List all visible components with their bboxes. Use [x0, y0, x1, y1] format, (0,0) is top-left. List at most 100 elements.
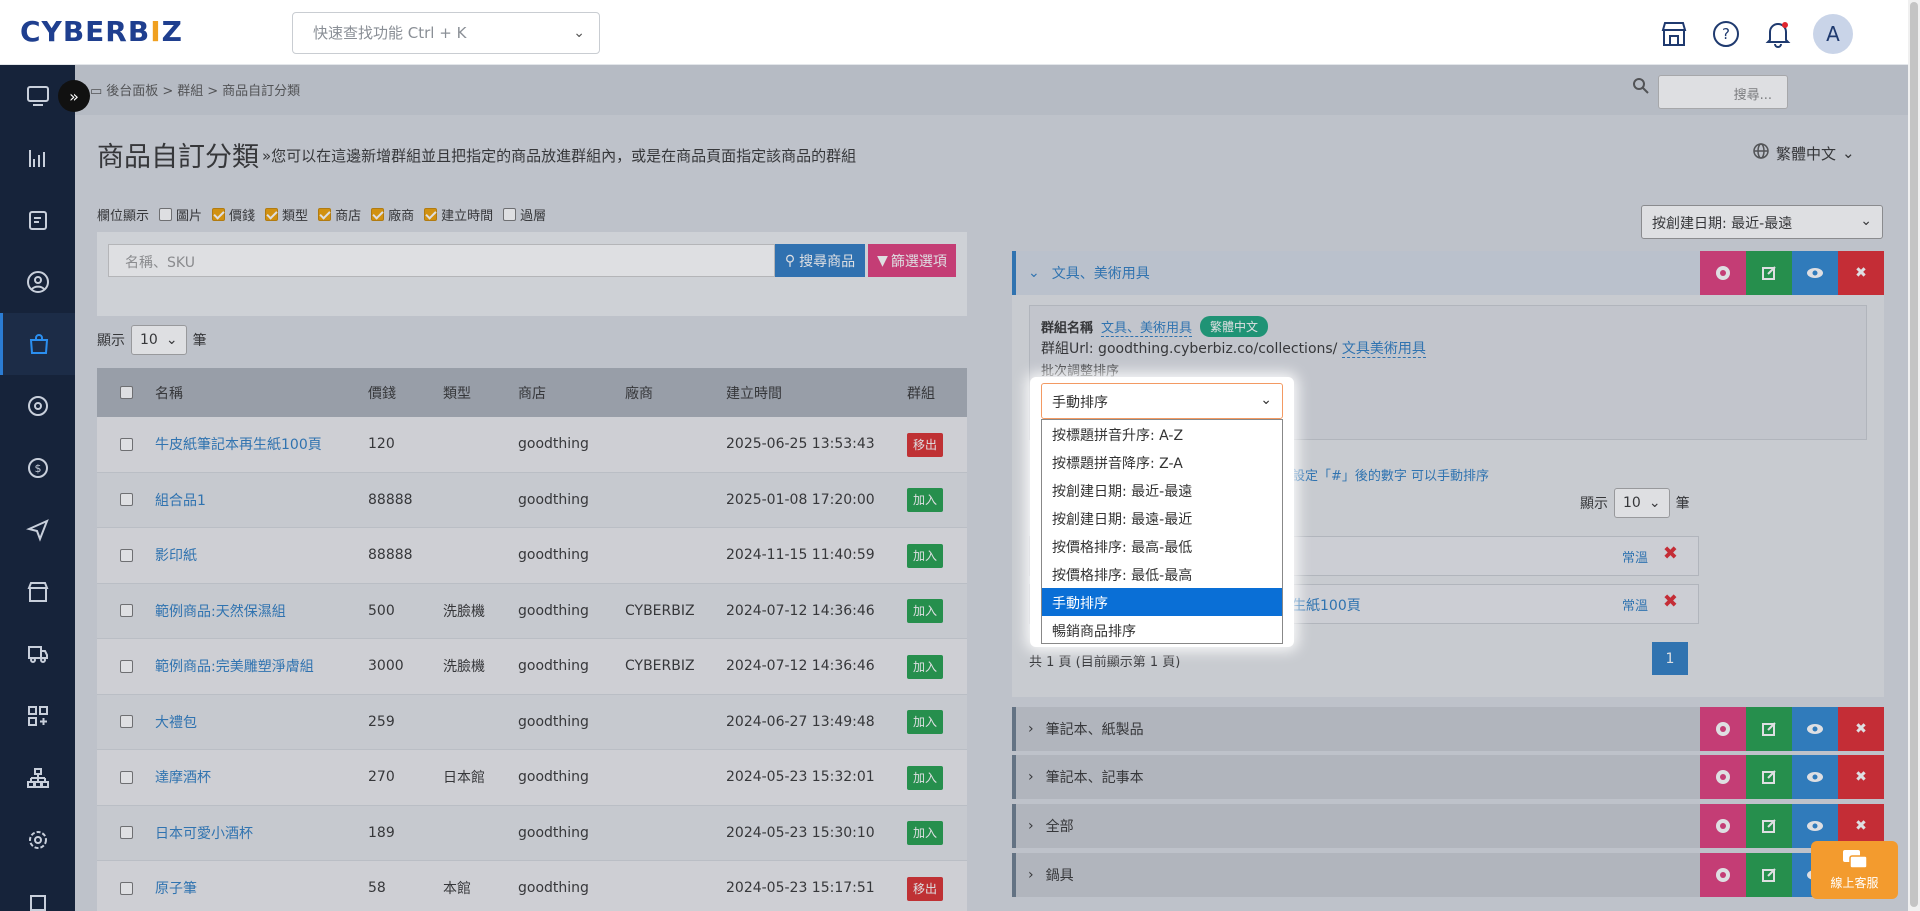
- sidebar-finance-icon[interactable]: $: [0, 437, 75, 499]
- row-checkbox[interactable]: [119, 604, 133, 618]
- checkbox-created[interactable]: [424, 208, 438, 221]
- group-delete-button[interactable]: ✖: [1838, 755, 1884, 799]
- sidebar-analytics-icon[interactable]: [0, 127, 75, 189]
- store-icon[interactable]: [1657, 17, 1691, 51]
- group-edit-button[interactable]: [1746, 251, 1792, 295]
- sidebar-orders-icon[interactable]: [0, 189, 75, 251]
- row-checkbox[interactable]: [119, 715, 133, 729]
- checkbox-type[interactable]: [265, 208, 279, 221]
- sidebar-more-icon[interactable]: [0, 871, 75, 911]
- help-icon[interactable]: ?: [1709, 17, 1743, 51]
- sort-option[interactable]: 按價格排序: 最高-最低: [1042, 532, 1282, 560]
- group-delete-button[interactable]: ✖: [1838, 251, 1884, 295]
- group-row-0[interactable]: ⌄ 文具、美術用具 ✖: [1012, 251, 1884, 295]
- group-sort-select[interactable]: 按創建日期: 最近-最遠 ⌄: [1641, 205, 1883, 239]
- group-row-3[interactable]: › 全部 ✖: [1012, 804, 1884, 848]
- sort-option[interactable]: 按創建日期: 最近-最遠: [1042, 476, 1282, 504]
- sidebar-marketing-icon[interactable]: [0, 375, 75, 437]
- checkbox-image[interactable]: [159, 208, 173, 221]
- sidebar-settings-icon[interactable]: [0, 809, 75, 871]
- group-page-size-select[interactable]: 10 ⌄: [1614, 488, 1670, 518]
- live-chat-button[interactable]: 線上客服: [1811, 841, 1898, 899]
- group-view-button[interactable]: [1792, 755, 1838, 799]
- sort-option[interactable]: 按標題拼音升序: A-Z: [1042, 420, 1282, 448]
- filter-options-button[interactable]: ▼ 篩選選項: [868, 244, 956, 277]
- group-row-2[interactable]: › 筆記本、記事本 ✖: [1012, 755, 1884, 799]
- group-row-4[interactable]: ›鍋具✖: [1012, 853, 1884, 897]
- sort-option[interactable]: 手動排序: [1042, 588, 1282, 616]
- sort-option[interactable]: 按價格排序: 最低-最高: [1042, 560, 1282, 588]
- add-to-group-button[interactable]: 加入: [907, 710, 944, 735]
- expand-sidebar-button[interactable]: »: [58, 80, 90, 112]
- product-name-link[interactable]: 組合品1: [155, 493, 206, 509]
- group-delete-button[interactable]: ✖: [1838, 707, 1884, 751]
- group-edit-button[interactable]: [1746, 755, 1792, 799]
- group-row-1[interactable]: › 筆記本、紙製品 ✖: [1012, 707, 1884, 751]
- product-name-link[interactable]: 原子筆: [155, 881, 197, 897]
- product-name-link[interactable]: 達摩酒杯: [155, 770, 211, 786]
- group-name-link[interactable]: 文具、美術用具: [1101, 317, 1193, 337]
- select-all-checkbox[interactable]: [119, 386, 133, 399]
- group-publish-button[interactable]: [1700, 853, 1746, 897]
- checkbox-vendor[interactable]: [371, 208, 385, 221]
- checkbox-filter[interactable]: [503, 208, 517, 221]
- user-avatar[interactable]: A: [1813, 14, 1853, 54]
- checkbox-store[interactable]: [318, 208, 332, 221]
- product-name-link[interactable]: 大禮包: [155, 715, 197, 731]
- row-checkbox[interactable]: [119, 881, 133, 895]
- language-switcher[interactable]: 繁體中文 ⌄: [1752, 142, 1855, 164]
- sidebar-customers-icon[interactable]: [0, 251, 75, 313]
- breadcrumb-groups[interactable]: 群組: [177, 84, 203, 99]
- product-name-link[interactable]: 範例商品:天然保濕組: [155, 604, 286, 620]
- group-url-link[interactable]: 文具美術用具: [1341, 341, 1426, 358]
- add-to-group-button[interactable]: 加入: [907, 821, 944, 846]
- product-name-link[interactable]: 範例商品:完美雕塑淨膚組: [155, 659, 314, 675]
- breadcrumb-dashboard[interactable]: 後台面板: [106, 84, 158, 99]
- add-to-group-button[interactable]: 加入: [907, 654, 944, 679]
- product-name-link[interactable]: 影印紙: [155, 548, 197, 564]
- product-search-input[interactable]: 名稱、SKU: [108, 244, 775, 277]
- row-checkbox[interactable]: [119, 770, 133, 784]
- search-icon[interactable]: [1632, 77, 1650, 99]
- add-to-group-button[interactable]: 加入: [907, 599, 944, 624]
- group-publish-button[interactable]: [1700, 804, 1746, 848]
- sidebar-products-icon[interactable]: [0, 313, 75, 375]
- pagination-page-1[interactable]: 1: [1652, 642, 1688, 675]
- cyberbiz-logo[interactable]: CYBERBIZ: [20, 15, 183, 48]
- quick-search-select[interactable]: 快速查找功能 Ctrl + K ⌄: [292, 12, 600, 54]
- product-name-link[interactable]: 牛皮紙筆記本再生紙100頁: [155, 437, 322, 453]
- sort-option[interactable]: 按創建日期: 最遠-最近: [1042, 504, 1282, 532]
- bell-icon[interactable]: [1761, 17, 1795, 51]
- batch-sort-select[interactable]: 手動排序 ⌄: [1041, 383, 1283, 419]
- row-checkbox[interactable]: [119, 548, 133, 562]
- group-view-button[interactable]: [1792, 251, 1838, 295]
- sort-option[interactable]: 按標題拼音降序: Z-A: [1042, 448, 1282, 476]
- sort-option[interactable]: 暢銷商品排序: [1042, 616, 1282, 644]
- group-view-button[interactable]: [1792, 707, 1838, 751]
- search-products-button[interactable]: ⚲ 搜尋商品: [775, 244, 865, 277]
- remove-from-group-button[interactable]: 移出: [907, 432, 944, 457]
- row-checkbox[interactable]: [119, 437, 133, 451]
- remove-product-icon[interactable]: ✖: [1663, 543, 1678, 564]
- product-name-link[interactable]: 日本可愛小酒杯: [155, 826, 253, 842]
- remove-from-group-button[interactable]: 移出: [907, 876, 944, 901]
- group-publish-button[interactable]: [1700, 707, 1746, 751]
- sidebar-structure-icon[interactable]: [0, 747, 75, 809]
- group-edit-button[interactable]: [1746, 707, 1792, 751]
- row-checkbox[interactable]: [119, 493, 133, 507]
- checkbox-price[interactable]: [212, 208, 226, 221]
- sidebar-delivery-icon[interactable]: [0, 623, 75, 685]
- group-publish-button[interactable]: [1700, 251, 1746, 295]
- group-publish-button[interactable]: [1700, 755, 1746, 799]
- top-search-input[interactable]: 搜尋...: [1658, 75, 1788, 109]
- page-scrollbar[interactable]: [1908, 0, 1920, 911]
- row-checkbox[interactable]: [119, 659, 133, 673]
- group-edit-button[interactable]: [1746, 804, 1792, 848]
- add-to-group-button[interactable]: 加入: [907, 543, 944, 568]
- page-size-select[interactable]: 10 ⌄: [131, 325, 187, 355]
- remove-product-icon[interactable]: ✖: [1663, 591, 1678, 612]
- sidebar-apps-icon[interactable]: [0, 685, 75, 747]
- row-checkbox[interactable]: [119, 826, 133, 840]
- sidebar-store-icon[interactable]: [0, 561, 75, 623]
- group-edit-button[interactable]: [1746, 853, 1792, 897]
